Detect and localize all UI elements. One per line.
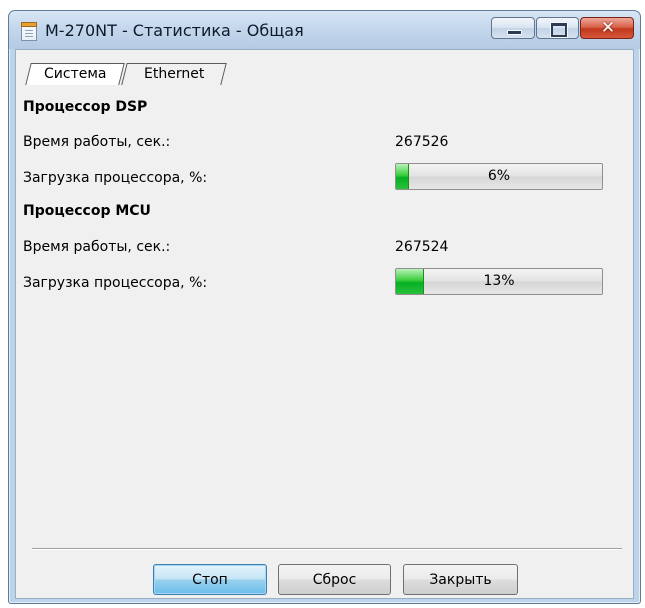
- dialog-client-area: Система Ethernet Процессор DSP Время раб…: [15, 49, 634, 599]
- document-icon: [21, 22, 37, 41]
- statistics-window: M-270NT - Статистика - Общая ✕ Система E…: [8, 10, 641, 604]
- minimize-button[interactable]: [491, 17, 535, 39]
- close-button[interactable]: Закрыть: [403, 564, 518, 595]
- dsp-load-label: Загрузка процессора, %:: [23, 170, 208, 186]
- reset-button[interactable]: Сброс: [278, 564, 391, 595]
- dsp-load-progress-bar: 6%: [395, 163, 603, 190]
- button-separator: [32, 548, 622, 550]
- mcu-section-title: Процессор MCU: [23, 203, 151, 219]
- mcu-load-label: Загрузка процессора, %:: [23, 275, 208, 291]
- mcu-uptime-label: Время работы, сек.:: [23, 239, 171, 255]
- dsp-section-title: Процессор DSP: [23, 99, 148, 115]
- tab-system[interactable]: Система: [25, 63, 125, 85]
- stop-button[interactable]: Стоп: [153, 564, 267, 595]
- dsp-uptime-label: Время работы, сек.:: [23, 134, 171, 150]
- close-icon: ✕: [600, 18, 616, 38]
- mcu-load-progress-text: 13%: [483, 273, 515, 289]
- close-window-button[interactable]: ✕: [580, 17, 634, 39]
- mcu-load-progress-bar: 13%: [395, 268, 603, 295]
- maximize-button[interactable]: [536, 17, 579, 39]
- minimize-icon: [507, 30, 522, 35]
- mcu-uptime-value: 267524: [395, 239, 449, 255]
- dsp-load-progress-text: 6%: [487, 168, 511, 184]
- tab-ethernet[interactable]: Ethernet: [121, 63, 227, 85]
- tab-system-label: Система: [43, 66, 107, 82]
- window-title: M-270NT - Статистика - Общая: [45, 21, 304, 40]
- tab-ethernet-label: Ethernet: [143, 66, 205, 82]
- title-bar[interactable]: M-270NT - Статистика - Общая ✕: [9, 11, 640, 49]
- dsp-uptime-value: 267526: [395, 134, 449, 150]
- maximize-icon: [551, 23, 567, 37]
